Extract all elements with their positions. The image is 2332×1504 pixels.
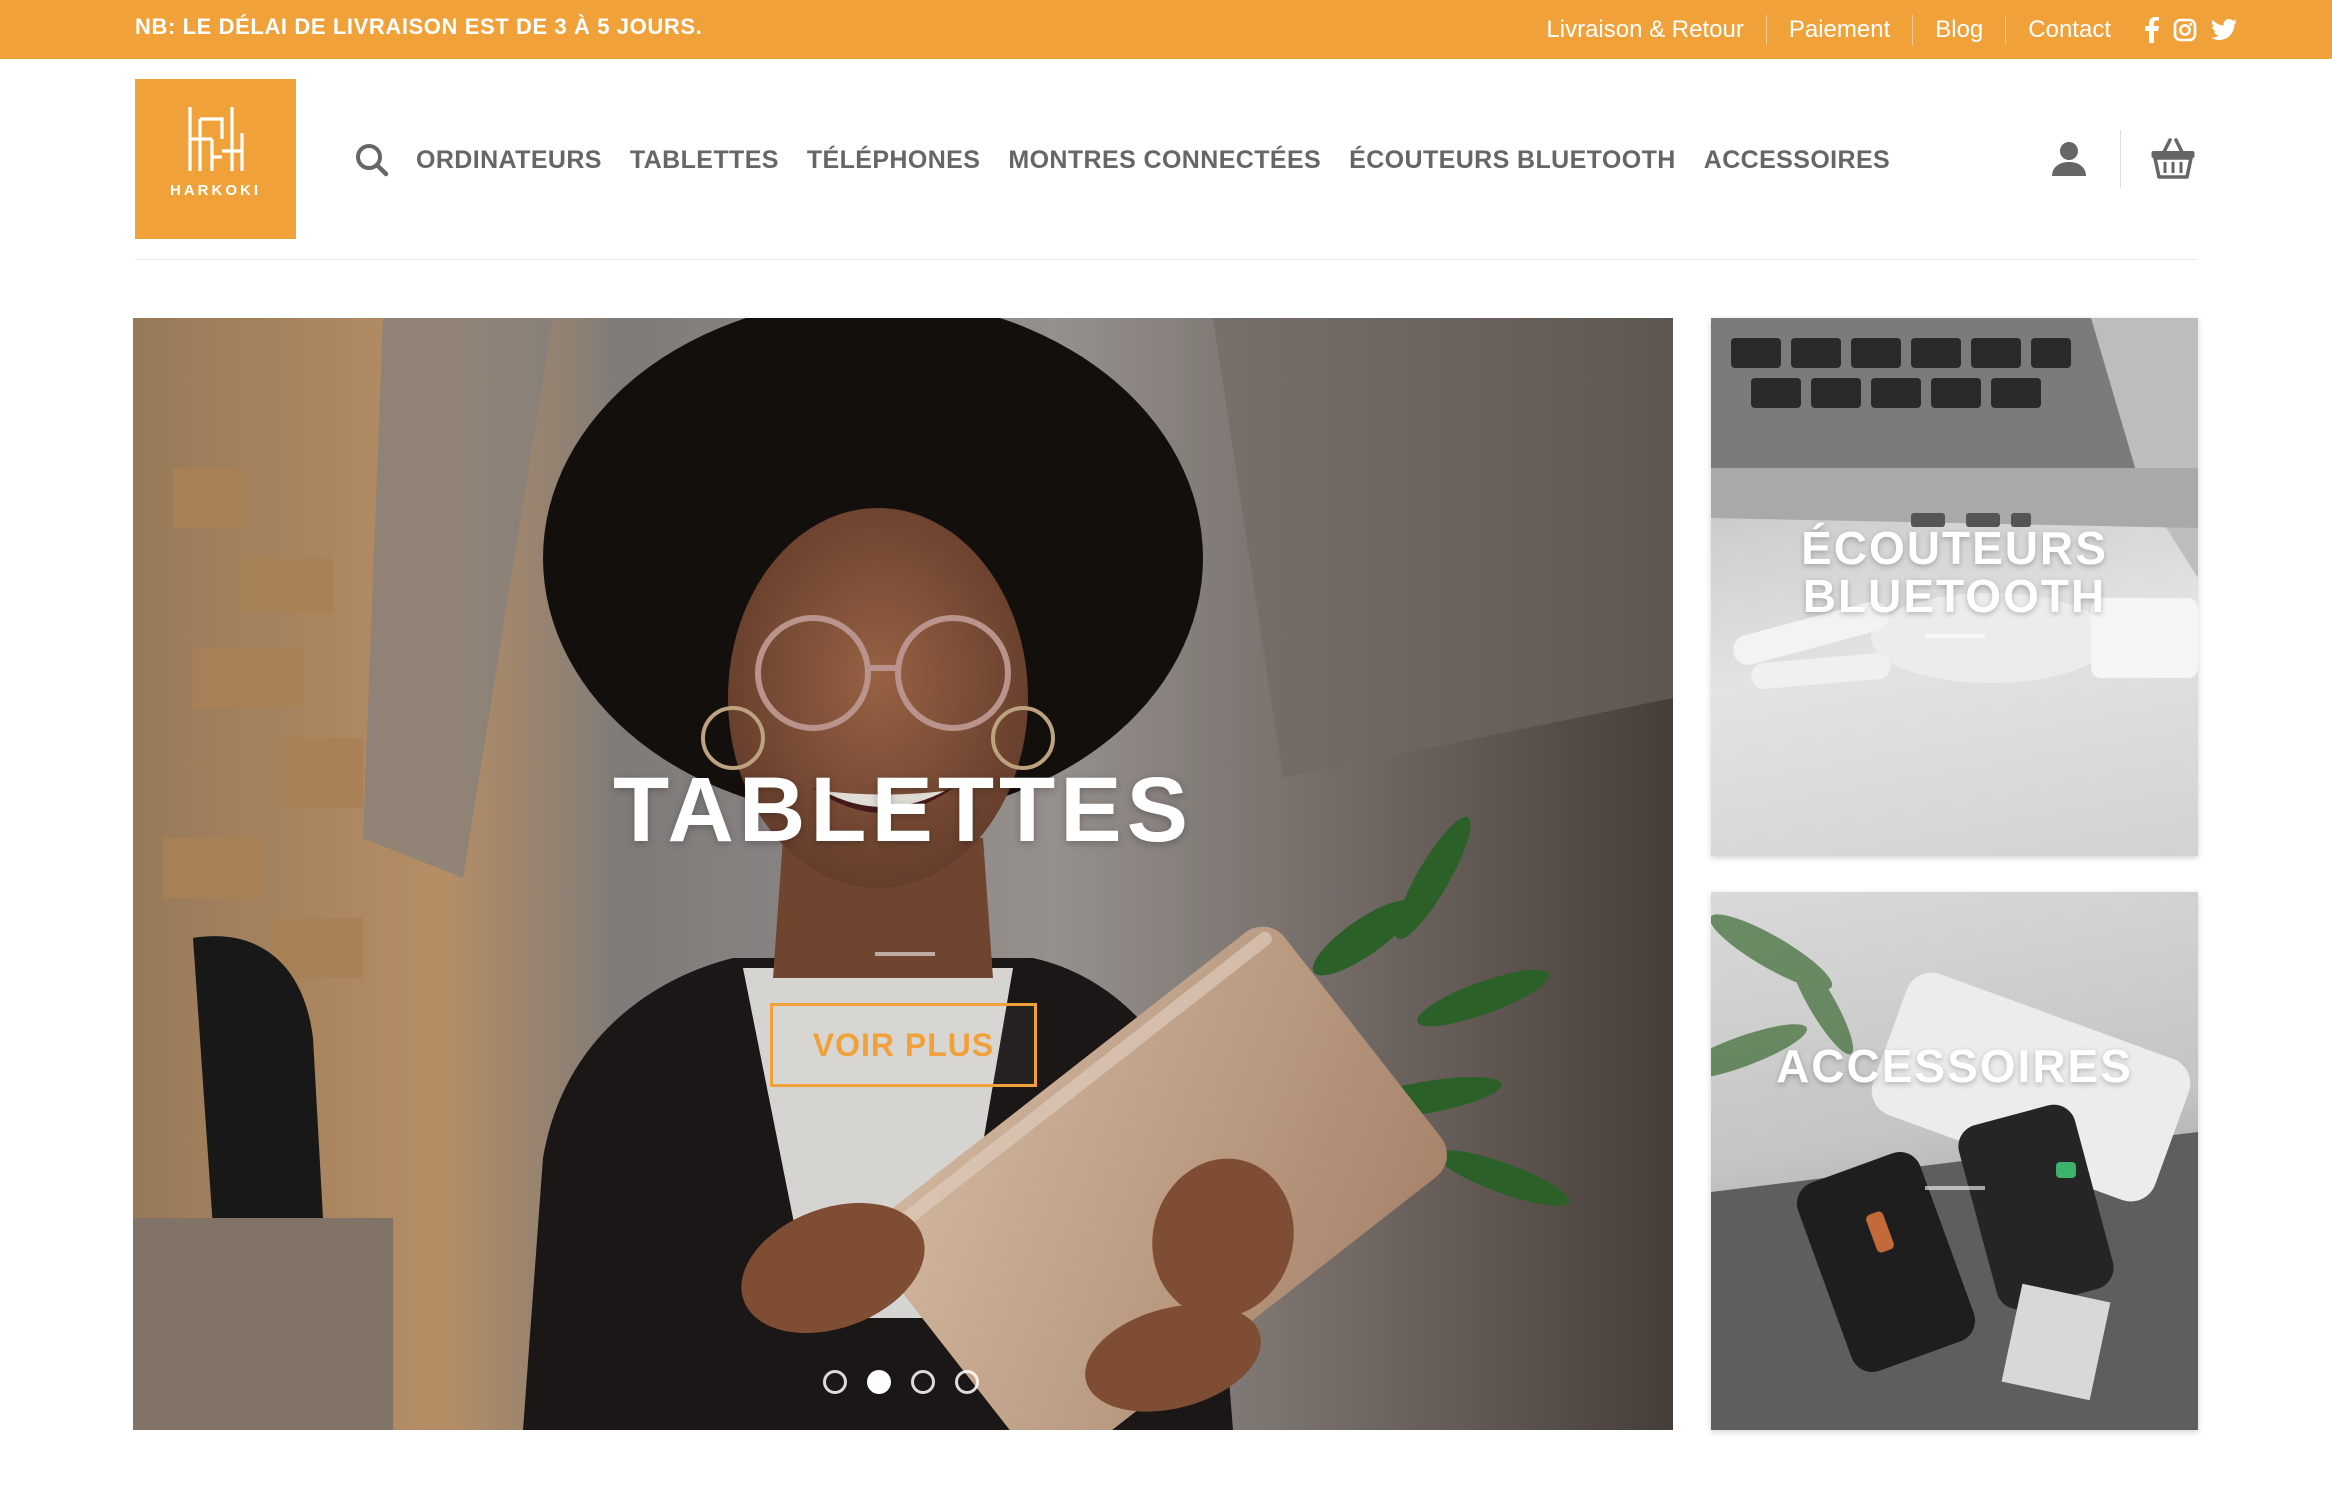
logo-mark: [188, 107, 244, 171]
tile-title-line2: BLUETOOTH: [1802, 570, 2107, 622]
nav-item-ordinateurs[interactable]: ORDINATEURS: [416, 146, 602, 175]
delivery-notice: NB: LE DÉLAI DE LIVRAISON EST DE 3 À 5 J…: [135, 14, 703, 39]
facebook-icon[interactable]: [2145, 16, 2159, 43]
slider-dot-1[interactable]: [823, 1370, 847, 1394]
nav-item-ecouteurs-bluetooth[interactable]: ÉCOUTEURS BLUETOOTH: [1349, 146, 1676, 175]
top-link-livraison[interactable]: Livraison & Retour: [1524, 14, 1767, 45]
user-icon[interactable]: [2050, 140, 2088, 183]
main-nav: ORDINATEURS TABLETTES TÉLÉPHONES MONTRES…: [352, 140, 1918, 180]
tile-title-line1: ACCESSOIRES: [1776, 1040, 2133, 1092]
slide-title: TABLETTES: [613, 759, 1193, 861]
hero-image: [133, 318, 1673, 1430]
tile-title-line1: ÉCOUTEURS: [1801, 522, 2108, 574]
search-icon[interactable]: [352, 140, 392, 180]
tile-image-chargers: [1711, 914, 2198, 1430]
category-tile-ecouteurs-bluetooth[interactable]: ÉCOUTEURS BLUETOOTH: [1711, 318, 2198, 856]
slide-divider: [875, 952, 935, 956]
logo-text: HARKOKI: [170, 182, 261, 199]
top-bar: NB: LE DÉLAI DE LIVRAISON EST DE 3 À 5 J…: [0, 0, 2332, 59]
slider-dot-3[interactable]: [911, 1370, 935, 1394]
category-tile-accessoires[interactable]: ACCESSOIRES: [1711, 892, 2198, 1430]
slider-dot-4[interactable]: [955, 1370, 979, 1394]
nav-item-telephones[interactable]: TÉLÉPHONES: [807, 146, 980, 175]
nav-item-accessoires[interactable]: ACCESSOIRES: [1704, 146, 1890, 175]
top-link-contact[interactable]: Contact: [2006, 15, 2133, 45]
top-links: Livraison & Retour Paiement Blog Contact: [1524, 0, 2237, 59]
social-icons: [2145, 16, 2237, 43]
tile-divider: [1925, 1186, 1985, 1190]
nav-item-montres-connectees[interactable]: MONTRES CONNECTÉES: [1008, 146, 1321, 175]
tile-divider: [1925, 634, 1985, 638]
header-separator: [2120, 130, 2121, 188]
cart-icon[interactable]: [2150, 136, 2196, 185]
logo[interactable]: HARKOKI: [135, 79, 296, 239]
voir-plus-button[interactable]: VOIR PLUS: [770, 1003, 1037, 1087]
slider-dot-2[interactable]: [867, 1370, 891, 1394]
header-divider: [135, 259, 2197, 260]
instagram-icon[interactable]: [2173, 18, 2197, 42]
top-link-blog[interactable]: Blog: [1913, 14, 2007, 45]
hero-slider[interactable]: TABLETTES VOIR PLUS: [133, 318, 1673, 1430]
twitter-icon[interactable]: [2211, 18, 2237, 41]
top-link-paiement[interactable]: Paiement: [1767, 14, 1914, 45]
nav-item-tablettes[interactable]: TABLETTES: [630, 146, 779, 175]
slider-dots: [823, 1370, 979, 1394]
